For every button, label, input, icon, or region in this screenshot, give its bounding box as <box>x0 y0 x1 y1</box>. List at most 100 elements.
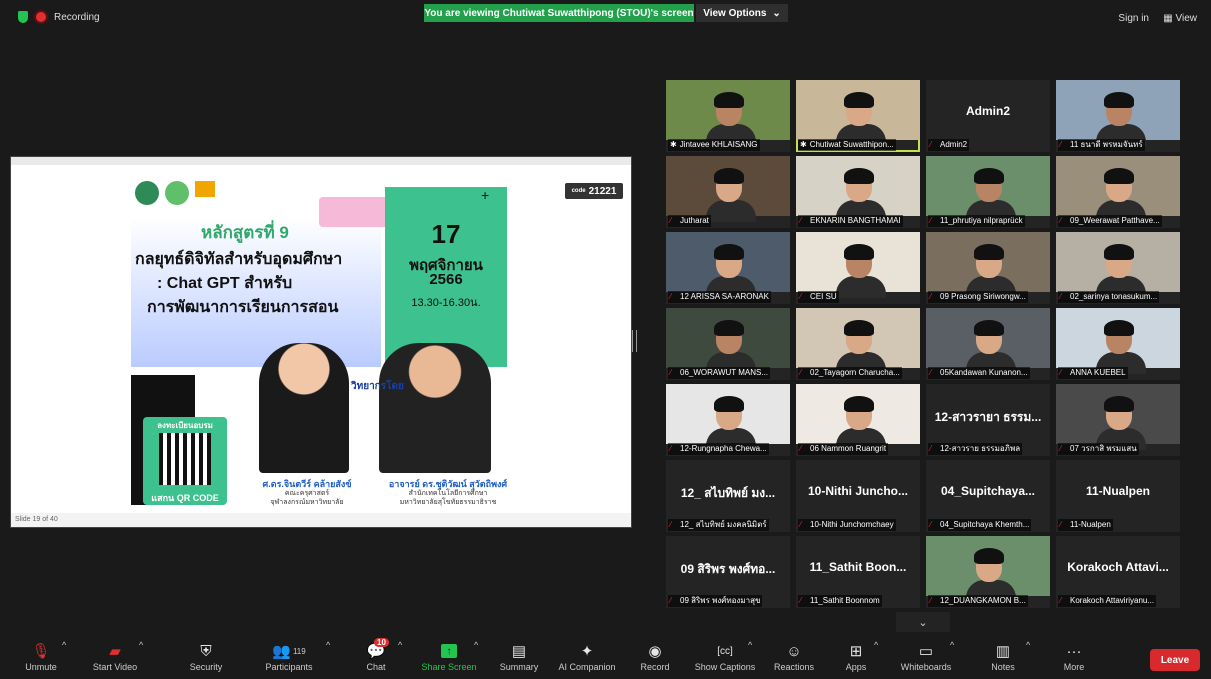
participant-tile[interactable]: ⁄ ANNA KUEBEL <box>1056 308 1180 380</box>
split-resize-handle[interactable] <box>632 330 637 352</box>
participant-display-name: 04_Supitchaya... <box>940 484 1036 498</box>
participant-tile[interactable]: ⁄ CEI SU <box>796 232 920 304</box>
participant-body <box>836 276 886 298</box>
pinned-icon: ✱ <box>670 140 677 149</box>
participant-body <box>706 200 756 222</box>
participant-tile[interactable]: Korakoch Attavi... ⁄ Korakoch Attaviriyanu… <box>1056 536 1180 608</box>
record-button[interactable]: ◉ Record <box>636 640 674 672</box>
participant-video <box>666 308 790 374</box>
speaker2-org: สำนักเทคโนโลยีการศึกษา มหาวิทยาลัยสุโขทั… <box>383 489 513 507</box>
audio-options-caret[interactable]: ^ <box>62 640 66 650</box>
chat-button[interactable]: 💬 10 Chat <box>358 638 394 672</box>
participant-tile[interactable]: ⁄ 12 ARISSA SA-ARONAK <box>666 232 790 304</box>
participant-name-label: ⁄ 02_Tayagorn Charucha... <box>798 367 902 379</box>
notes-options-caret[interactable]: ^ <box>1026 640 1030 650</box>
video-options-caret[interactable]: ^ <box>139 640 143 650</box>
viewing-screen-banner: You are viewing Chutiwat Suwatthipong (S… <box>424 4 694 22</box>
participant-tile[interactable]: ⁄ 09 Prasong Siriwongw... <box>926 232 1050 304</box>
plus-icon: + <box>481 187 490 203</box>
recording-indicator[interactable]: Recording <box>18 11 100 23</box>
chat-options-caret[interactable]: ^ <box>398 640 402 650</box>
share-screen-button[interactable]: ↑ Share Screen <box>418 640 480 672</box>
reactions-button[interactable]: ☺ Reactions <box>770 640 818 673</box>
participant-tile[interactable]: ✱ Jintavee KHLAISANG <box>666 80 790 152</box>
sign-in-link[interactable]: Sign in <box>1118 13 1149 24</box>
participant-tile[interactable]: ✱ Chutiwat Suwatthipon... <box>796 80 920 152</box>
start-video-button[interactable]: ▰ Start Video <box>86 640 144 672</box>
participant-display-name: 11_Sathit Boon... <box>809 560 907 574</box>
participants-button[interactable]: 👥 119 Participants <box>260 640 318 672</box>
mic-muted-icon: ⁄ <box>800 292 802 301</box>
share-screen-label: Share Screen <box>421 662 477 672</box>
participant-display-name: 12-สาวรายา ธรรม... <box>934 410 1042 424</box>
participant-tile[interactable]: 10-Nithi Juncho... ⁄ 10-Nithi Junchomchaey <box>796 460 920 532</box>
participant-tile[interactable]: Admin2 ⁄ Admin2 <box>926 80 1050 152</box>
participant-display-name: Admin2 <box>965 104 1010 118</box>
participant-hair <box>844 168 874 184</box>
participant-tile[interactable]: 11_Sathit Boon... ⁄ 11_Sathit Boonnom <box>796 536 920 608</box>
participant-hair <box>974 548 1004 564</box>
gallery-next-page-button[interactable]: ⌄ <box>896 612 950 632</box>
mic-muted-icon: ⁄ <box>670 520 672 529</box>
view-options-button[interactable]: View Options ⌄ <box>696 4 788 22</box>
captions-options-caret[interactable]: ^ <box>748 640 752 650</box>
participant-tile[interactable]: 11-Nualpen ⁄ 11-Nualpen <box>1056 460 1180 532</box>
apps-options-caret[interactable]: ^ <box>874 640 878 650</box>
participant-name-label: ⁄ 11-Nualpen <box>1058 519 1113 531</box>
unmute-button[interactable]: 🎙 Unmute <box>16 640 66 672</box>
speaker-heading: วิทยากรโดย <box>351 381 404 392</box>
participant-tile[interactable]: ⁄ 02_Tayagorn Charucha... <box>796 308 920 380</box>
participant-tile[interactable]: ⁄ 06_WORAWUT MANS... <box>666 308 790 380</box>
security-button[interactable]: ⛨ Security <box>180 640 232 673</box>
participant-hair <box>844 244 874 260</box>
room-code-badge: code 21221 <box>565 183 623 199</box>
mic-muted-icon: ⁄ <box>670 596 672 605</box>
participant-tile[interactable]: ⁄ 09_Weerawat Patthave... <box>1056 156 1180 228</box>
participant-tile[interactable]: 12-สาวรายา ธรรม... ⁄ 12-สาวราย ธรรมอภิพล <box>926 384 1050 456</box>
ai-companion-button[interactable]: ✦ AI Companion <box>552 640 622 672</box>
participant-tile[interactable]: ⁄ 12_DUANGKAMON B... <box>926 536 1050 608</box>
participant-tile[interactable]: ⁄ 05Kandawan Kunanon... <box>926 308 1050 380</box>
room-code: 21221 <box>588 185 617 197</box>
leave-button[interactable]: Leave <box>1150 649 1200 671</box>
slide-title-line1: กลยุทธ์ดิจิทัลสำหรับอุดมศึกษา <box>135 251 343 268</box>
participant-tile[interactable]: ⁄ 06 Nammon Ruangrit <box>796 384 920 456</box>
share-options-caret[interactable]: ^ <box>474 640 478 650</box>
participant-name-label: ⁄ 09 Prasong Siriwongw... <box>928 291 1028 303</box>
participant-video <box>926 156 1050 222</box>
slide-status-bar: Slide 19 of 40 <box>11 513 631 527</box>
notes-button[interactable]: ▥ Notes <box>986 640 1020 672</box>
whiteboards-button[interactable]: ▭ Whiteboards <box>894 640 958 672</box>
qr-code-icon <box>159 433 211 485</box>
shared-window-titlebar <box>11 157 631 165</box>
participant-tile[interactable]: ⁄ 02_sarinya tonasukum... <box>1056 232 1180 304</box>
participant-tile[interactable]: ⁄ 07 วรกาสิ พรมแสน <box>1056 384 1180 456</box>
mic-muted-icon: ⁄ <box>1060 216 1062 225</box>
view-button[interactable]: ▦ View <box>1163 13 1197 24</box>
summary-button[interactable]: ▤ Summary <box>494 640 544 672</box>
participant-name-label: ⁄ CEI SU <box>798 291 839 303</box>
participant-display-name: 11-Nualpen <box>1085 484 1151 498</box>
whiteboards-options-caret[interactable]: ^ <box>950 640 954 650</box>
mic-muted-icon: ⁄ <box>670 444 672 453</box>
participant-tile[interactable]: ⁄ 11 ธนาดี พรหมจันทร์ <box>1056 80 1180 152</box>
participant-tile[interactable]: ⁄ Jutharat <box>666 156 790 228</box>
mic-muted-icon: ⁄ <box>670 292 672 301</box>
participant-video <box>796 232 920 298</box>
participant-tile[interactable]: 12_ สไบทิพย์ มง... ⁄ 12_ สไบทิพย์ มงคลนิมิ… <box>666 460 790 532</box>
apps-button[interactable]: ⊞ Apps <box>840 640 872 672</box>
recording-icon <box>36 12 46 22</box>
participant-tile[interactable]: ⁄ 11_phrutiya nilpraprück <box>926 156 1050 228</box>
participant-tile[interactable]: ⁄ 12-Rungnapha Chewa... <box>666 384 790 456</box>
participants-options-caret[interactable]: ^ <box>326 640 330 650</box>
participant-tile[interactable]: 09 สิริพร พงศ์ทอ... ⁄ 09 สิริพร พงศ์ทองมาส… <box>666 536 790 608</box>
participant-video <box>666 384 790 450</box>
shared-screen: + code 21221 หลักสูตรที่ 9 กลยุทธ์ดิจิทั… <box>10 156 632 528</box>
participant-video <box>796 156 920 222</box>
participant-tile[interactable]: 04_Supitchaya... ⁄ 04_Supitchaya Khemth... <box>926 460 1050 532</box>
participant-hair <box>844 92 874 108</box>
more-button[interactable]: ··· More <box>1058 640 1090 673</box>
participant-video <box>1056 80 1180 146</box>
slide-logos <box>135 181 215 205</box>
participant-tile[interactable]: ⁄ EKNARIN BANGTHAMAI <box>796 156 920 228</box>
